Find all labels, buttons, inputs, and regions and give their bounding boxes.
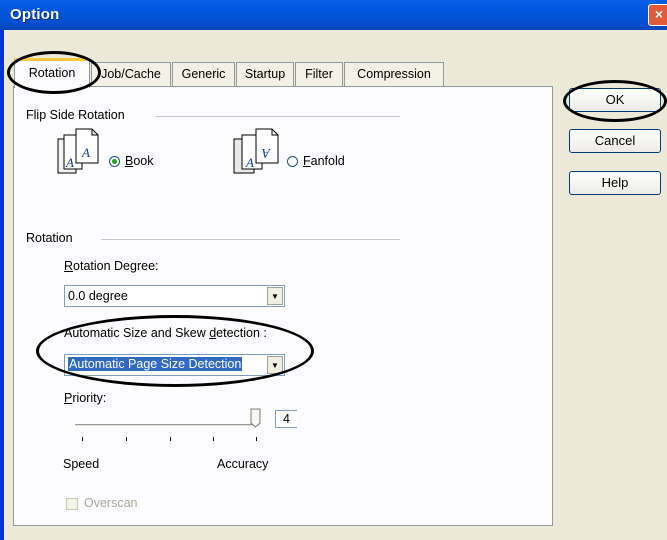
svg-text:A: A bbox=[245, 155, 254, 170]
slider-tick bbox=[126, 437, 127, 441]
auto-detection-label: Automatic Size and Skew detection : bbox=[64, 326, 267, 340]
priority-slider-thumb[interactable] bbox=[250, 408, 261, 428]
fanfold-label[interactable]: Fanfold bbox=[303, 154, 345, 168]
priority-label: Priority: bbox=[64, 391, 107, 405]
slider-tick bbox=[256, 437, 257, 441]
rotation-degree-select[interactable]: 0.0 degree ▼ bbox=[64, 285, 285, 307]
close-icon: × bbox=[654, 6, 664, 22]
option-dialog: Option × Rotation Job/Cache Generic Star… bbox=[0, 0, 667, 540]
rotation-degree-label: Rotation Degree: bbox=[64, 259, 159, 273]
close-button[interactable]: × bbox=[648, 4, 667, 26]
book-radio[interactable] bbox=[109, 156, 120, 167]
priority-value: 4 bbox=[275, 410, 297, 428]
slider-tick bbox=[82, 437, 83, 441]
rotation-degree-value: 0.0 degree bbox=[68, 289, 128, 303]
chevron-down-icon[interactable]: ▼ bbox=[267, 356, 283, 374]
svg-text:A: A bbox=[65, 155, 74, 170]
title-bar[interactable]: Option × bbox=[0, 0, 667, 30]
window-frame-left bbox=[0, 30, 4, 540]
accuracy-label: Accuracy bbox=[217, 457, 269, 471]
slider-tick bbox=[170, 437, 171, 441]
tab-generic[interactable]: Generic bbox=[172, 62, 235, 86]
window-title: Option bbox=[10, 6, 60, 23]
fanfold-radio[interactable] bbox=[287, 156, 298, 167]
overscan-checkbox[interactable] bbox=[66, 498, 78, 510]
book-label[interactable]: Book bbox=[125, 154, 154, 168]
group-divider bbox=[156, 116, 400, 117]
svg-text:A: A bbox=[81, 145, 90, 160]
tab-startup[interactable]: Startup bbox=[236, 62, 294, 86]
slider-tick bbox=[213, 437, 214, 441]
tab-filter[interactable]: Filter bbox=[295, 62, 343, 86]
cancel-button[interactable]: Cancel bbox=[569, 129, 661, 153]
svg-text:A: A bbox=[262, 146, 271, 161]
auto-detection-select[interactable]: Automatic Page Size Detection ▼ bbox=[64, 354, 285, 376]
priority-slider-track[interactable] bbox=[75, 424, 259, 427]
flip-side-group-label: Flip Side Rotation bbox=[26, 108, 125, 122]
rotation-group-label: Rotation bbox=[26, 231, 73, 245]
book-pages-icon: A A bbox=[57, 128, 99, 174]
speed-label: Speed bbox=[63, 457, 100, 471]
tab-compression[interactable]: Compression bbox=[344, 62, 444, 86]
overscan-label: Overscan bbox=[84, 496, 138, 510]
tab-rotation[interactable]: Rotation bbox=[14, 58, 90, 88]
auto-detection-value: Automatic Page Size Detection bbox=[68, 357, 243, 371]
fanfold-pages-icon: A A bbox=[233, 128, 279, 174]
group-divider bbox=[101, 239, 400, 240]
ok-button[interactable]: OK bbox=[569, 88, 661, 112]
chevron-down-icon[interactable]: ▼ bbox=[267, 287, 283, 305]
tab-job-cache[interactable]: Job/Cache bbox=[91, 62, 171, 86]
help-button[interactable]: Help bbox=[569, 171, 661, 195]
